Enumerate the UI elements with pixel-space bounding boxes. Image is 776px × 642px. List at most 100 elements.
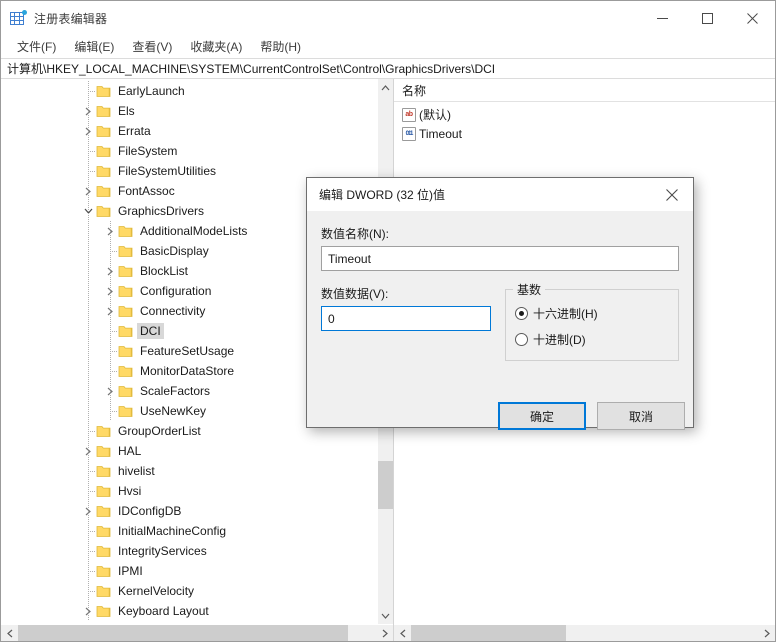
chevron-right-icon[interactable] <box>80 183 96 199</box>
base-group-label: 基数 <box>513 281 545 298</box>
tree-item-label: Els <box>115 103 138 119</box>
folder-icon <box>96 484 112 498</box>
menu-file[interactable]: 文件(F) <box>8 36 65 57</box>
tree-horizontal-scrollbar[interactable] <box>1 624 393 641</box>
menu-view[interactable]: 查看(V) <box>123 36 181 57</box>
chevron-right-icon[interactable] <box>80 123 96 139</box>
tree-item-label: Connectivity <box>137 303 208 319</box>
tree-item-label: MonitorDataStore <box>137 363 237 379</box>
tree-hscroll-thumb[interactable] <box>18 625 348 641</box>
folder-icon <box>96 144 112 158</box>
menu-bar: 文件(F) 编辑(E) 查看(V) 收藏夹(A) 帮助(H) <box>1 35 775 58</box>
folder-icon <box>118 344 134 358</box>
tree-item-earlylaunch[interactable]: EarlyLaunch <box>1 81 377 101</box>
tree-expander-placeholder <box>102 403 118 419</box>
folder-icon <box>118 284 134 298</box>
tree-scroll-down-button[interactable] <box>378 607 393 624</box>
window-controls <box>640 1 775 35</box>
chevron-right-icon[interactable] <box>80 503 96 519</box>
registry-editor-icon <box>10 10 26 26</box>
tree-item-label: hivelist <box>115 463 158 479</box>
tree-item-label: FeatureSetUsage <box>137 343 237 359</box>
tree-item-filesystem[interactable]: FileSystem <box>1 141 377 161</box>
tree-item-label: UseNewKey <box>137 403 209 419</box>
chevron-right-icon[interactable] <box>80 103 96 119</box>
tree-item-els[interactable]: Els <box>1 101 377 121</box>
tree-hscroll-track[interactable] <box>18 625 376 641</box>
cancel-button[interactable]: 取消 <box>597 402 685 430</box>
tree-expander-placeholder <box>102 243 118 259</box>
tree-expander-placeholder <box>102 323 118 339</box>
ok-button[interactable]: 确定 <box>498 402 586 430</box>
tree-item-hvsi[interactable]: Hvsi <box>1 481 377 501</box>
folder-icon <box>96 504 112 518</box>
tree-expander-placeholder <box>80 563 96 579</box>
value-row[interactable]: ab(默认) <box>394 105 775 124</box>
tree-item-label: KernelVelocity <box>115 583 197 599</box>
chevron-right-icon[interactable] <box>102 263 118 279</box>
radio-hexadecimal[interactable]: 十六进制(H) <box>515 305 598 322</box>
tree-expander-placeholder <box>80 143 96 159</box>
tree-item-label: ScaleFactors <box>137 383 213 399</box>
tree-item-integrityservices[interactable]: IntegrityServices <box>1 541 377 561</box>
chevron-down-icon[interactable] <box>80 203 96 219</box>
chevron-right-icon[interactable] <box>102 283 118 299</box>
chevron-right-icon[interactable] <box>80 603 96 619</box>
chevron-right-icon[interactable] <box>102 383 118 399</box>
value-hscroll-thumb[interactable] <box>411 625 566 641</box>
binary-value-icon: 011 <box>402 127 416 141</box>
value-data-input[interactable] <box>321 306 491 331</box>
column-header-name[interactable]: 名称 <box>394 79 514 102</box>
tree-item-hal[interactable]: HAL <box>1 441 377 461</box>
tree-item-errata[interactable]: Errata <box>1 121 377 141</box>
value-hscroll-track[interactable] <box>411 625 758 641</box>
value-row[interactable]: 011Timeout <box>394 124 775 143</box>
radio-decimal-indicator[interactable] <box>515 333 528 346</box>
chevron-right-icon[interactable] <box>102 303 118 319</box>
menu-help[interactable]: 帮助(H) <box>251 36 310 57</box>
value-name-input[interactable] <box>321 246 679 271</box>
tree-item-idconfigdb[interactable]: IDConfigDB <box>1 501 377 521</box>
tree-scroll-up-button[interactable] <box>378 79 393 96</box>
tree-expander-placeholder <box>80 523 96 539</box>
dialog-close-icon[interactable] <box>651 178 693 211</box>
minimize-button[interactable] <box>640 1 685 35</box>
value-horizontal-scrollbar[interactable] <box>394 624 775 641</box>
radio-decimal[interactable]: 十进制(D) <box>515 331 586 348</box>
maximize-button[interactable] <box>685 1 730 35</box>
string-value-icon: ab <box>402 108 416 122</box>
radio-hexadecimal-indicator[interactable] <box>515 307 528 320</box>
folder-icon <box>118 304 134 318</box>
chevron-right-icon[interactable] <box>102 223 118 239</box>
folder-icon <box>96 604 112 618</box>
dialog-body: 数值名称(N): 数值数据(V): 基数 十六进制(H) 十进制(D) 确定 取… <box>307 211 693 427</box>
tree-expander-placeholder <box>80 463 96 479</box>
tree-item-kernelvelocity[interactable]: KernelVelocity <box>1 581 377 601</box>
tree-item-initialmachineconfig[interactable]: InitialMachineConfig <box>1 521 377 541</box>
folder-icon <box>118 224 134 238</box>
title-bar: 注册表编辑器 <box>1 1 775 35</box>
folder-icon <box>96 424 112 438</box>
tree-item-label: IntegrityServices <box>115 543 210 559</box>
folder-icon <box>96 184 112 198</box>
tree-item-label: DCI <box>137 323 164 339</box>
tree-item-label: BasicDisplay <box>137 243 212 259</box>
close-button[interactable] <box>730 1 775 35</box>
tree-item-label: IDConfigDB <box>115 503 184 519</box>
value-scroll-left-button[interactable] <box>394 625 411 641</box>
tree-item-label: InitialMachineConfig <box>115 523 229 539</box>
registry-editor-window: 注册表编辑器 文件(F) 编辑(E) 查看(V) 收藏夹(A) 帮助(H) 计算… <box>0 0 776 642</box>
menu-favorites[interactable]: 收藏夹(A) <box>181 36 251 57</box>
address-bar[interactable]: 计算机\HKEY_LOCAL_MACHINE\SYSTEM\CurrentCon… <box>1 58 775 79</box>
tree-item-hivelist[interactable]: hivelist <box>1 461 377 481</box>
base-group-box <box>505 289 679 361</box>
chevron-right-icon[interactable] <box>80 443 96 459</box>
tree-scroll-left-button[interactable] <box>1 625 18 641</box>
tree-scroll-thumb[interactable] <box>378 461 393 509</box>
tree-item-label: FileSystem <box>115 143 180 159</box>
value-scroll-right-button[interactable] <box>758 625 775 641</box>
tree-item-ipmi[interactable]: IPMI <box>1 561 377 581</box>
tree-item-keyboard-layout[interactable]: Keyboard Layout <box>1 601 377 621</box>
menu-edit[interactable]: 编辑(E) <box>65 36 123 57</box>
tree-scroll-right-button[interactable] <box>376 625 393 641</box>
